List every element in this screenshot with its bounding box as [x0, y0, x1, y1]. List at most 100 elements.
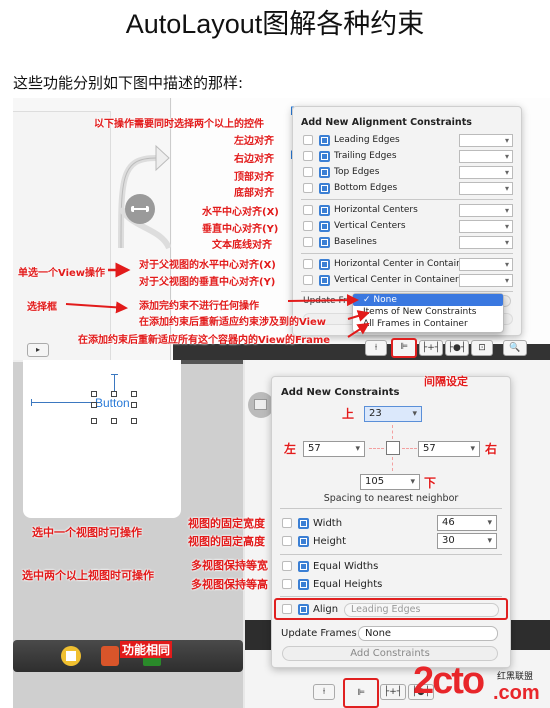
annotation-leading: 左边对齐: [234, 136, 274, 147]
vcenter-container-dropdown[interactable]: [459, 274, 513, 287]
panel-title: Add New Alignment Constraints: [301, 117, 472, 128]
pin-bottom-strut[interactable]: [392, 457, 393, 471]
vertical-center-container-icon: [319, 274, 330, 286]
bottom-value-dropdown[interactable]: [459, 182, 513, 195]
constraint-row-baselines[interactable]: Baselines: [303, 235, 377, 249]
view-controller-icon[interactable]: [61, 646, 81, 666]
equal-widths-checkbox[interactable]: [282, 561, 292, 571]
menu-item-items-of-new-constraints[interactable]: Items of New Constraints: [353, 306, 503, 318]
toolbar-align-button[interactable]: ⊫: [391, 338, 417, 358]
spacing-bottom-field[interactable]: 105: [360, 474, 420, 490]
constraint-row-hcenters[interactable]: Horizontal Centers: [303, 203, 418, 217]
vertical-centers-icon: [319, 220, 330, 232]
divider: [301, 291, 513, 292]
document-outline-pane: [13, 98, 111, 360]
hcenters-value-dropdown[interactable]: [459, 204, 513, 217]
constraint-row-bottom[interactable]: Bottom Edges: [303, 181, 397, 195]
first-responder-icon[interactable]: [101, 646, 119, 666]
constraint-row-leading[interactable]: Leading Edges: [303, 133, 400, 147]
toolbar-resolve-issues-button[interactable]: ├●┤: [445, 340, 469, 356]
annotation-vcenter: 垂直中心对齐(Y): [202, 224, 279, 235]
menu-item-all-frames-in-container[interactable]: All Frames in Container: [353, 318, 503, 330]
top-value-dropdown[interactable]: [459, 166, 513, 179]
spacing-top-field[interactable]: 23: [364, 406, 422, 422]
baselines-icon: [319, 236, 330, 248]
update-frames-menu[interactable]: ✓ None Items of New Constraints All Fram…: [352, 293, 504, 333]
annotation-fixed-height: 视图的固定高度: [188, 535, 265, 548]
checkbox[interactable]: [303, 205, 313, 215]
top-edges-icon: [319, 166, 330, 178]
checkbox[interactable]: [303, 151, 313, 161]
pin-left-strut[interactable]: [369, 448, 384, 449]
constraint-row-hcenter-container[interactable]: Horizontal Center in Container: [303, 257, 471, 271]
annotation-bottom: 下: [424, 476, 437, 490]
baselines-value-dropdown[interactable]: [459, 236, 513, 249]
checkbox[interactable]: [303, 135, 313, 145]
equal-widths-icon: [298, 560, 309, 572]
watermark-tag: 红黑联盟: [497, 672, 534, 682]
height-checkbox[interactable]: [282, 536, 292, 546]
align-select[interactable]: Leading Edges: [344, 603, 499, 617]
relationship-icon[interactable]: [125, 194, 155, 224]
annotation-same-function: 功能相同: [120, 641, 173, 658]
checkbox[interactable]: [303, 221, 313, 231]
equal-heights-row[interactable]: Equal Heights: [282, 577, 382, 591]
toolbar-pin-button[interactable]: ├+┤: [419, 340, 443, 356]
constraint-row-top[interactable]: Top Edges: [303, 165, 379, 179]
equal-widths-row[interactable]: Equal Widths: [282, 559, 378, 573]
horizontal-center-container-icon: [319, 258, 330, 270]
hcenter-container-dropdown[interactable]: [459, 258, 513, 271]
annotation-spacing: 间隔设定: [424, 375, 468, 388]
selected-button[interactable]: Button: [95, 396, 130, 410]
annotation-trailing: 右边对齐: [234, 154, 274, 165]
constraint-row-trailing[interactable]: Trailing Edges: [303, 149, 397, 163]
spacing-right-field[interactable]: 57: [418, 441, 480, 457]
menu-item-none[interactable]: ✓ None: [353, 294, 503, 306]
checkbox[interactable]: [303, 237, 313, 247]
width-row[interactable]: Width: [282, 516, 342, 530]
toolbar-align-button[interactable]: ⊫: [343, 678, 379, 708]
constraint-row-vcenters[interactable]: Vertical Centers: [303, 219, 406, 233]
annotation-hcenter: 水平中心对齐(X): [202, 207, 279, 218]
leading-edges-icon: [319, 134, 330, 146]
toolbar-resolve-icon[interactable]: ⍿: [365, 340, 387, 356]
pin-right-strut[interactable]: [402, 448, 417, 449]
width-field[interactable]: 46: [437, 515, 497, 531]
toolbar-resolve-icon[interactable]: ⍿: [313, 684, 335, 700]
divider: [301, 253, 513, 254]
toolbar-resizing-button[interactable]: ⊡: [471, 340, 493, 356]
leading-value-dropdown[interactable]: [459, 134, 513, 147]
constraint-row-vcenter-container[interactable]: Vertical Center in Container: [303, 273, 459, 287]
height-row[interactable]: Height: [282, 534, 346, 548]
outline-toggle-icon[interactable]: ▸: [27, 343, 49, 357]
annotation-fixed-width: 视图的固定宽度: [188, 517, 265, 530]
horizontal-centers-icon: [319, 204, 330, 216]
annotation-single-view: 单选一个View操作: [18, 268, 106, 279]
annotation-select-box: 选择框: [27, 302, 57, 313]
equal-heights-icon: [298, 578, 309, 590]
segue-arrow-icon: [118, 144, 171, 250]
annotation-multi-select: 选中两个以上视图时可操作: [22, 569, 154, 582]
height-field[interactable]: 30: [437, 533, 497, 549]
toolbar-pin-button[interactable]: ├+┤: [380, 684, 406, 700]
spacing-caption: Spacing to nearest neighbor: [323, 493, 459, 504]
vcenters-value-dropdown[interactable]: [459, 220, 513, 233]
add-constraints-button[interactable]: Add Constraints: [282, 646, 498, 661]
equal-heights-checkbox[interactable]: [282, 579, 292, 589]
width-checkbox[interactable]: [282, 518, 292, 528]
toolbar-zoom-button[interactable]: 🔍: [503, 340, 527, 356]
annotation-baseline: 文本底线对齐: [212, 240, 272, 251]
checkbox[interactable]: [303, 259, 313, 269]
checkbox[interactable]: [303, 183, 313, 193]
trailing-value-dropdown[interactable]: [459, 150, 513, 163]
spacing-left-field[interactable]: 57: [303, 441, 365, 457]
view-controller-canvas: Button: [23, 360, 181, 518]
annotation-left: 左: [284, 442, 297, 456]
align-checkbox[interactable]: [282, 604, 292, 614]
align-row[interactable]: Align: [282, 602, 338, 616]
annotation-items: 在添加约束后重新适应约束涉及到的View: [139, 317, 327, 328]
checkbox[interactable]: [303, 275, 313, 285]
checkbox[interactable]: [303, 167, 313, 177]
pin-top-strut[interactable]: [392, 425, 393, 439]
update-frames-select[interactable]: None: [358, 626, 498, 641]
